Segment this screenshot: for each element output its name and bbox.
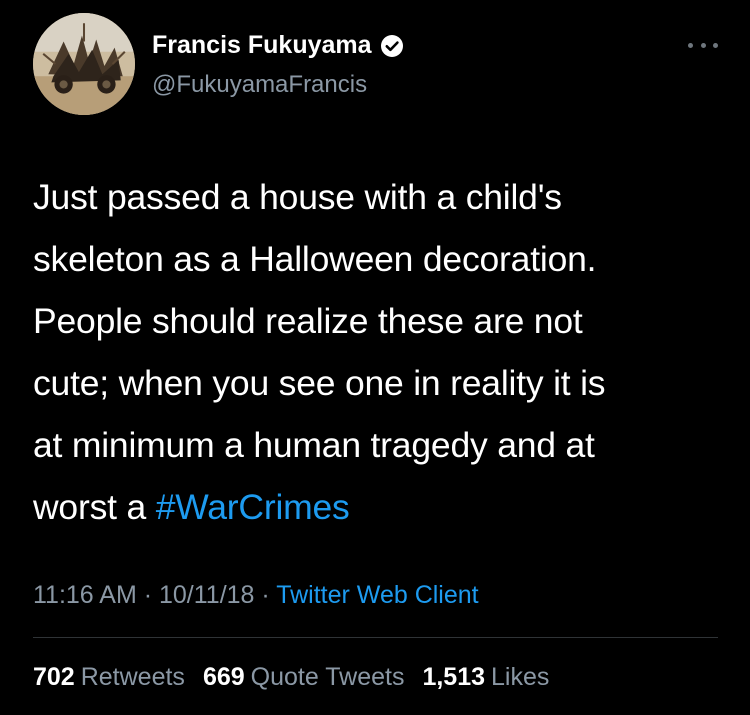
dot-icon: [713, 42, 718, 48]
more-options-icon[interactable]: [688, 38, 718, 52]
tweet-meta: 11:16 AM · 10/11/18 · Twitter Web Client: [33, 581, 479, 610]
tweet-time[interactable]: 11:16 AM: [33, 581, 137, 609]
meta-separator: ·: [136, 581, 159, 609]
tweet-text-line: cute; when you see one in reality it is: [33, 363, 606, 403]
tweet-text-line: skeleton as a Halloween decoration.: [33, 239, 597, 279]
verified-badge-icon: [380, 34, 404, 58]
retweets-label: Retweets: [80, 663, 185, 691]
meta-separator: ·: [254, 581, 277, 609]
dot-icon: [688, 42, 693, 48]
tweet-text-line: worst a #WarCrimes: [33, 476, 723, 538]
divider: [33, 637, 718, 638]
tweet-text-prefix: worst a: [33, 487, 156, 527]
quote-tweets-stat[interactable]: 669 Quote Tweets: [203, 663, 405, 692]
retweets-stat[interactable]: 702 Retweets: [33, 663, 185, 692]
user-handle[interactable]: @FukuyamaFrancis: [152, 71, 367, 99]
tweet-date[interactable]: 10/11/18: [159, 581, 254, 609]
tweet-card: Francis Fukuyama @FukuyamaFrancis Just p…: [0, 0, 750, 715]
tweet-text-line: Just passed a house with a child's: [33, 177, 562, 217]
likes-stat[interactable]: 1,513 Likes: [422, 663, 549, 692]
name-row: Francis Fukuyama: [152, 31, 404, 60]
tweet-text-line: People should realize these are not: [33, 301, 583, 341]
tweet-text-line: at minimum a human tragedy and at: [33, 425, 595, 465]
tweet-text: Just passed a house with a child's skele…: [33, 166, 723, 538]
avatar-image: [33, 13, 135, 115]
client-link[interactable]: Twitter Web Client: [276, 581, 478, 609]
hashtag-link[interactable]: #WarCrimes: [156, 487, 350, 527]
display-name[interactable]: Francis Fukuyama: [152, 31, 372, 60]
avatar[interactable]: [33, 13, 135, 115]
likes-label: Likes: [491, 663, 550, 691]
quote-tweets-label: Quote Tweets: [250, 663, 405, 691]
quote-tweets-count: 669: [202, 663, 245, 691]
dot-icon: [700, 42, 706, 48]
likes-count: 1,513: [422, 663, 486, 691]
tweet-stats: 702 Retweets 669 Quote Tweets 1,513 Likes: [33, 663, 549, 692]
retweets-count: 702: [33, 663, 75, 691]
